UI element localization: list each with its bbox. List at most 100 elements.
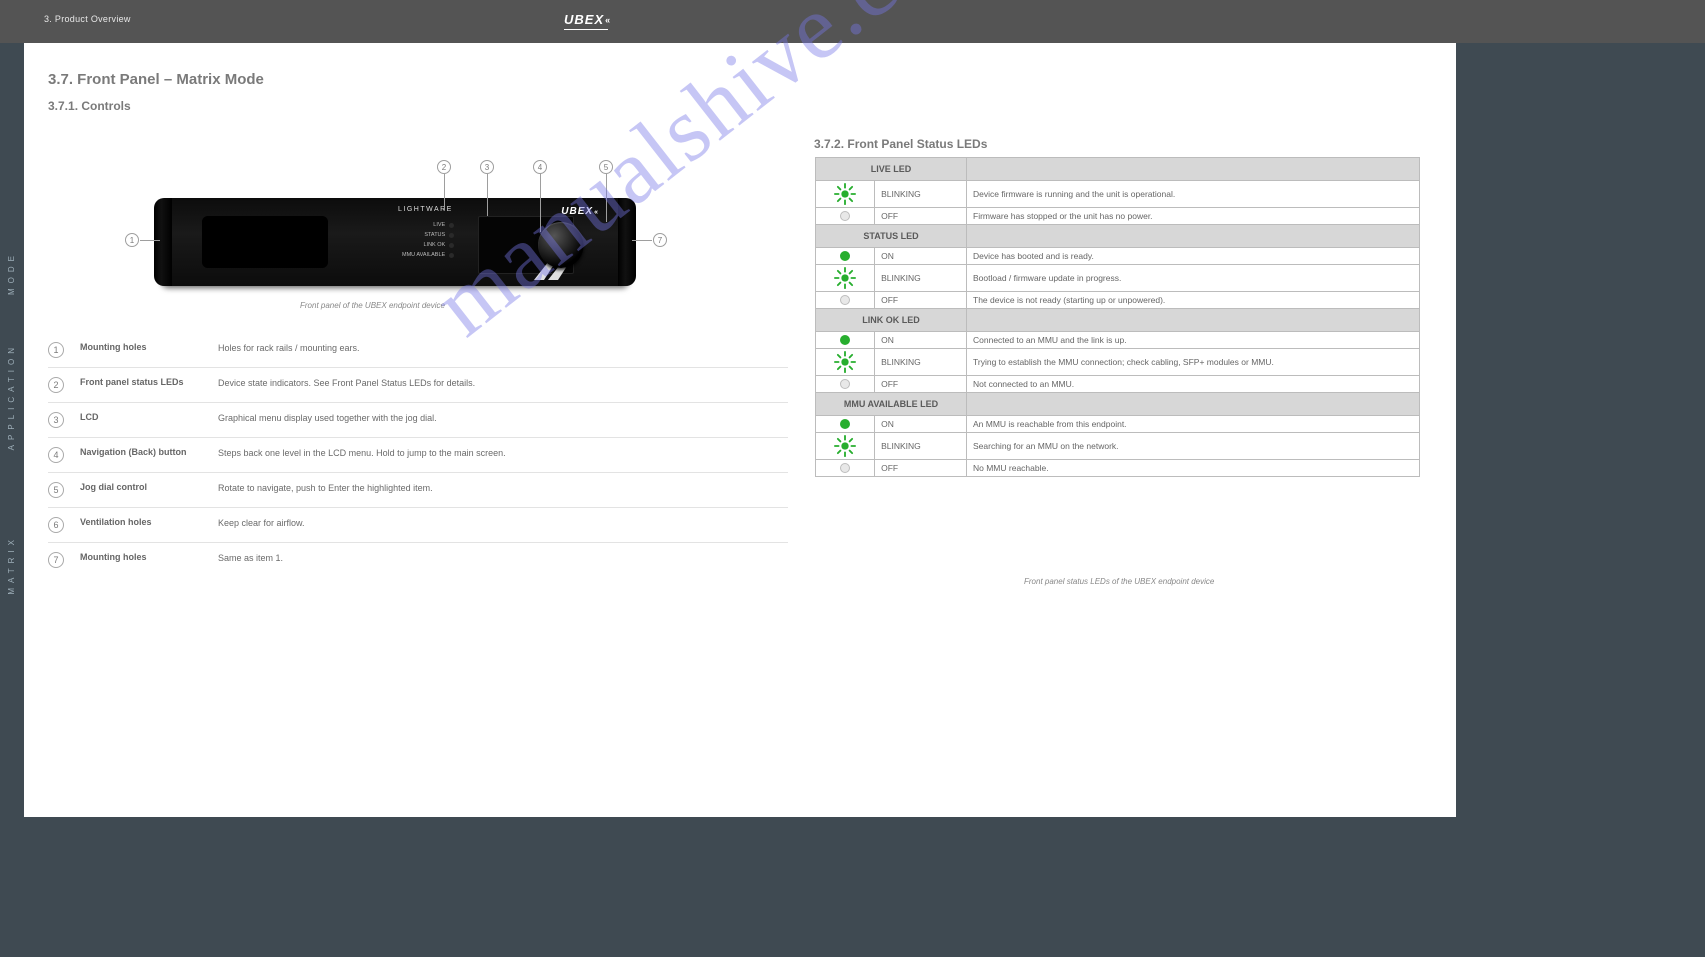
brand-logo-chevron-icon: « — [605, 15, 608, 25]
led-table-caption: Front panel status LEDs of the UBEX endp… — [1024, 577, 1214, 586]
reference-number: 5 — [48, 482, 64, 498]
led-row: BLINKINGDevice firmware is running and t… — [816, 181, 1420, 208]
led-row: OFFThe device is not ready (starting up … — [816, 292, 1420, 309]
led-row: OFFFirmware has stopped or the unit has … — [816, 208, 1420, 225]
reference-row: 4 Navigation (Back) button Steps back one … — [48, 437, 788, 472]
led-section-name: STATUS LED — [816, 225, 967, 248]
led-section-name: MMU AVAILABLE LED — [816, 393, 967, 416]
led-row: ONConnected to an MMU and the link is up… — [816, 332, 1420, 349]
led-section-header: STATUS LED — [816, 225, 1420, 248]
reference-name: Jog dial control — [80, 482, 210, 492]
led-on-icon — [840, 251, 850, 261]
led-off-icon — [840, 211, 850, 221]
led-off-icon — [840, 379, 850, 389]
callout-number: 1 — [125, 233, 139, 247]
reference-name: LCD — [80, 412, 210, 422]
led-blink-icon — [834, 435, 856, 457]
led-section-header: LINK OK LED — [816, 309, 1420, 332]
led-row-desc: Device firmware is running and the unit … — [967, 181, 1420, 208]
reference-desc: Steps back one level in the LCD menu. Ho… — [218, 447, 788, 459]
led-blink-icon — [834, 267, 856, 289]
led-section-spacer — [967, 393, 1420, 416]
front-panel-reference: 1Mounting holesHoles for rack rails / mo… — [48, 333, 788, 577]
led-section-name: LINK OK LED — [816, 309, 967, 332]
left-rail-label-1: MODE — [6, 251, 18, 295]
reference-desc: Graphical menu display used together wit… — [218, 412, 788, 424]
led-on-icon — [840, 419, 850, 429]
reference-row: 5Jog dial controlRotate to navigate, pus… — [48, 472, 788, 507]
led-row: BLINKINGBootload / firmware update in pr… — [816, 265, 1420, 292]
callout-line — [632, 240, 652, 241]
led-row-state: OFF — [875, 376, 967, 393]
reference-desc: Keep clear for airflow. — [218, 517, 788, 529]
led-row-state: BLINKING — [875, 433, 967, 460]
led-row-icon — [816, 332, 875, 349]
led-row-icon — [816, 460, 875, 477]
led-row-state: OFF — [875, 460, 967, 477]
reference-number: 3 — [48, 412, 64, 428]
led-table-title: 3.7.2. Front Panel Status LEDs — [814, 137, 987, 151]
led-row: ONDevice has booted and is ready. — [816, 248, 1420, 265]
led-section-spacer — [967, 225, 1420, 248]
reference-desc: Device state indicators. See Front Panel… — [218, 377, 788, 389]
led-row-icon — [816, 181, 875, 208]
led-row-desc: Not connected to an MMU. — [967, 376, 1420, 393]
led-row-state: ON — [875, 248, 967, 265]
led-row-desc: An MMU is reachable from this endpoint. — [967, 416, 1420, 433]
device-jog-dial — [538, 222, 584, 268]
led-row: BLINKINGTrying to establish the MMU conn… — [816, 349, 1420, 376]
led-row: OFFNot connected to an MMU. — [816, 376, 1420, 393]
reference-row: 6Ventilation holesKeep clear for airflow… — [48, 507, 788, 542]
reference-name: Ventilation holes — [80, 517, 210, 527]
led-row-desc: Firmware has stopped or the unit has no … — [967, 208, 1420, 225]
device-led-dot — [449, 243, 454, 248]
breadcrumb: 3. Product Overview — [44, 14, 131, 24]
led-row-state: OFF — [875, 292, 967, 309]
device-caption: Front panel of the UBEX endpoint device — [300, 301, 445, 310]
reference-name: Mounting holes — [80, 552, 210, 562]
callout-line — [606, 174, 607, 222]
led-row-state: ON — [875, 416, 967, 433]
led-row: OFFNo MMU reachable. — [816, 460, 1420, 477]
led-section-spacer — [967, 309, 1420, 332]
callout-number: 7 — [653, 233, 667, 247]
callout-number: 5 — [599, 160, 613, 174]
led-row-state: ON — [875, 332, 967, 349]
led-row: ONAn MMU is reachable from this endpoint… — [816, 416, 1420, 433]
page-subtitle: 3.7.1. Controls — [48, 99, 131, 113]
callout-line — [140, 240, 160, 241]
manual-page: 3.7. Front Panel – Matrix Mode 3.7.1. Co… — [24, 43, 1456, 817]
callout-number: 3 — [480, 160, 494, 174]
led-row-icon — [816, 265, 875, 292]
reference-name: Mounting holes — [80, 342, 210, 352]
device-led-dot — [449, 253, 454, 258]
device-leds: LIVE STATUS LINK OK MMU AVAILABLE — [402, 220, 454, 260]
left-rail-label-3: MATRIX — [6, 535, 18, 595]
reference-name: Navigation (Back) button — [80, 447, 210, 457]
led-row-icon — [816, 376, 875, 393]
reference-name: Front panel status LEDs — [80, 377, 210, 387]
callout-line — [487, 174, 488, 216]
device-ventilation — [202, 216, 328, 268]
device-led-label-linkok: LINK OK — [424, 240, 446, 250]
led-blink-icon — [834, 183, 856, 205]
device-led-label-status: STATUS — [424, 230, 445, 240]
led-row-icon — [816, 433, 875, 460]
callout-line — [540, 174, 541, 232]
led-section-header: MMU AVAILABLE LED — [816, 393, 1420, 416]
device-led-label-live: LIVE — [433, 220, 445, 230]
reference-number: 4 — [48, 447, 64, 463]
brand-logo-text: UBEX — [564, 12, 604, 27]
reference-desc: Same as item 1. — [218, 552, 788, 564]
reference-desc: Holes for rack rails / mounting ears. — [218, 342, 788, 354]
led-row-icon — [816, 248, 875, 265]
reference-row: 2Front panel status LEDsDevice state ind… — [48, 367, 788, 402]
led-section-spacer — [967, 158, 1420, 181]
led-section-header: LIVE LED — [816, 158, 1420, 181]
led-row-desc: Connected to an MMU and the link is up. — [967, 332, 1420, 349]
reference-number: 7 — [48, 552, 64, 568]
led-row-desc: Searching for an MMU on the network. — [967, 433, 1420, 460]
led-row-desc: No MMU reachable. — [967, 460, 1420, 477]
led-row-desc: The device is not ready (starting up or … — [967, 292, 1420, 309]
device-brand-chevron-icon: « — [594, 209, 596, 216]
